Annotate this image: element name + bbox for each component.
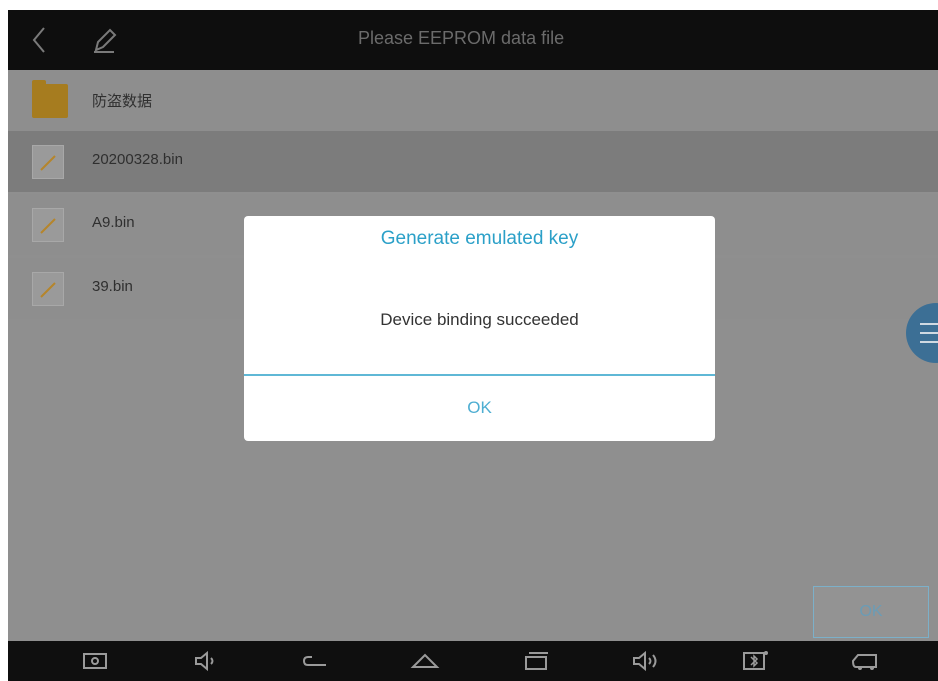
top-bar: Please EEPROM data file <box>8 10 938 70</box>
page-title: Please EEPROM data file <box>358 28 565 48</box>
back-icon[interactable] <box>300 649 330 673</box>
home-icon[interactable] <box>410 649 440 673</box>
volume-down-icon[interactable] <box>190 649 220 673</box>
dialog-ok-button[interactable]: OK <box>244 378 715 438</box>
system-nav-bar <box>8 641 938 681</box>
dialog-divider <box>244 374 715 376</box>
list-item-file[interactable]: 20200328.bin <box>8 131 938 192</box>
edit-button[interactable] <box>88 24 120 56</box>
back-button[interactable] <box>26 24 54 56</box>
confirm-button[interactable]: OK <box>813 586 929 638</box>
dialog-title: Generate emulated key <box>380 228 579 249</box>
menu-icon <box>920 323 938 325</box>
screenshot-icon[interactable] <box>80 649 110 673</box>
emulated-key-dialog: Generate emulated key Device binding suc… <box>244 216 715 441</box>
list-item-label: 防盗数据 <box>92 93 153 110</box>
menu-icon-line <box>920 332 938 334</box>
folder-icon <box>32 80 68 118</box>
list-item-label: A9.bin <box>92 214 135 231</box>
file-icon <box>32 272 68 306</box>
volume-up-icon[interactable] <box>630 649 660 673</box>
list-item-label: 20200328.bin <box>92 151 183 168</box>
list-item-folder[interactable]: 防盗数据 <box>8 70 938 131</box>
list-item-label: 39.bin <box>92 278 133 295</box>
file-icon <box>32 145 68 179</box>
bluetooth-icon[interactable] <box>740 649 770 673</box>
file-icon <box>32 208 68 242</box>
menu-icon-line <box>920 341 938 343</box>
dialog-message: Device binding succeeded <box>380 310 579 329</box>
vci-connector-icon[interactable] <box>850 649 880 673</box>
chevron-left-icon <box>32 27 45 53</box>
recent-apps-icon[interactable] <box>520 649 550 673</box>
pencil-icon <box>94 28 117 53</box>
